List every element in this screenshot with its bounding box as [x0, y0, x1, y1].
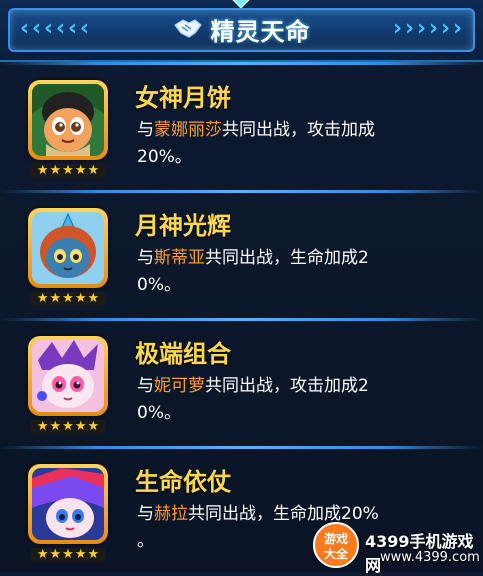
partner-name: 蒙娜丽莎 — [154, 120, 222, 140]
page-title: 精灵天命 — [210, 17, 311, 46]
star-icon: ★ — [36, 419, 49, 434]
star-rating: ★ ★ ★ ★ ★ — [30, 292, 106, 306]
star-icon: ★ — [49, 163, 62, 178]
watermark-site-url: www.4399.com — [380, 550, 480, 565]
character-portrait-2 — [32, 212, 104, 284]
star-rating: ★ ★ ★ ★ ★ — [30, 164, 106, 178]
fate-item: ★ ★ ★ ★ ★ 极端组合 与妮可萝共同出战，攻击加成2 0%。 — [0, 320, 483, 448]
desc-prefix: 与 — [137, 248, 154, 268]
character-portrait-1 — [32, 84, 104, 156]
portrait-frame — [28, 80, 108, 160]
fate-description: 与斯蒂亚共同出战，生命加成2 0%。 — [137, 245, 437, 299]
star-icon: ★ — [49, 547, 62, 562]
portrait-frame — [28, 208, 108, 288]
handshake-icon — [173, 19, 202, 38]
star-rating: ★ ★ ★ ★ ★ — [30, 420, 106, 434]
star-icon: ★ — [87, 291, 100, 306]
character-portrait-4 — [32, 468, 104, 540]
desc-text-line2: 。 — [137, 531, 154, 551]
header-banner: ‹ ‹ ‹ ‹ ‹ ‹ › › › › › › 精灵天命 — [0, 0, 483, 62]
desc-text-line2: 0%。 — [137, 275, 181, 295]
desc-text: 共同出战，生命加成20% — [188, 504, 379, 524]
desc-text-line2: 20%。 — [137, 147, 192, 167]
desc-text-line2: 0%。 — [137, 403, 181, 423]
star-rating: ★ ★ ★ ★ ★ — [30, 548, 106, 562]
desc-prefix: 与 — [137, 376, 154, 396]
partner-name: 赫拉 — [154, 504, 188, 524]
star-icon: ★ — [36, 163, 49, 178]
star-icon: ★ — [74, 547, 87, 562]
star-icon: ★ — [87, 163, 100, 178]
fate-name: 月神光辉 — [135, 212, 231, 240]
fate-name: 女神月饼 — [135, 84, 231, 112]
star-icon: ★ — [87, 547, 100, 562]
star-icon: ★ — [36, 291, 49, 306]
desc-prefix: 与 — [137, 504, 154, 524]
partner-name: 斯蒂亚 — [154, 248, 205, 268]
star-icon: ★ — [49, 291, 62, 306]
portrait-frame — [28, 336, 108, 416]
star-icon: ★ — [62, 163, 74, 178]
star-icon: ★ — [74, 163, 87, 178]
fate-item: ★ ★ ★ ★ ★ 女神月饼 与蒙娜丽莎共同出战，攻击加成 20%。 — [0, 64, 483, 192]
star-icon: ★ — [74, 291, 87, 306]
desc-prefix: 与 — [137, 120, 154, 140]
watermark-badge-line1: 游戏 — [324, 531, 348, 546]
fate-name: 生命依仗 — [135, 468, 231, 496]
fate-item: ★ ★ ★ ★ ★ 月神光辉 与斯蒂亚共同出战，生命加成2 0%。 — [0, 192, 483, 320]
star-icon: ★ — [74, 419, 87, 434]
partner-name: 妮可萝 — [154, 376, 205, 396]
desc-text: 共同出战，攻击加成2 — [205, 376, 369, 396]
portrait-frame — [28, 464, 108, 544]
watermark-logo-icon: 游戏 大全 — [313, 522, 359, 568]
title-wrap: 精灵天命 — [0, 12, 483, 46]
fate-description: 与妮可萝共同出战，攻击加成2 0%。 — [137, 373, 437, 427]
top-gem-icon — [232, 0, 250, 8]
star-icon: ★ — [62, 291, 74, 306]
desc-text: 共同出战，生命加成2 — [205, 248, 369, 268]
desc-text: 共同出战，攻击加成 — [222, 120, 375, 140]
fate-description: 与蒙娜丽莎共同出战，攻击加成 20%。 — [137, 117, 437, 171]
star-icon: ★ — [62, 419, 74, 434]
watermark-badge-line2: 大全 — [324, 546, 349, 561]
character-portrait-3 — [32, 340, 104, 412]
star-icon: ★ — [62, 547, 74, 562]
star-icon: ★ — [49, 419, 62, 434]
star-icon: ★ — [87, 419, 100, 434]
star-icon: ★ — [36, 547, 49, 562]
fate-name: 极端组合 — [135, 340, 231, 368]
